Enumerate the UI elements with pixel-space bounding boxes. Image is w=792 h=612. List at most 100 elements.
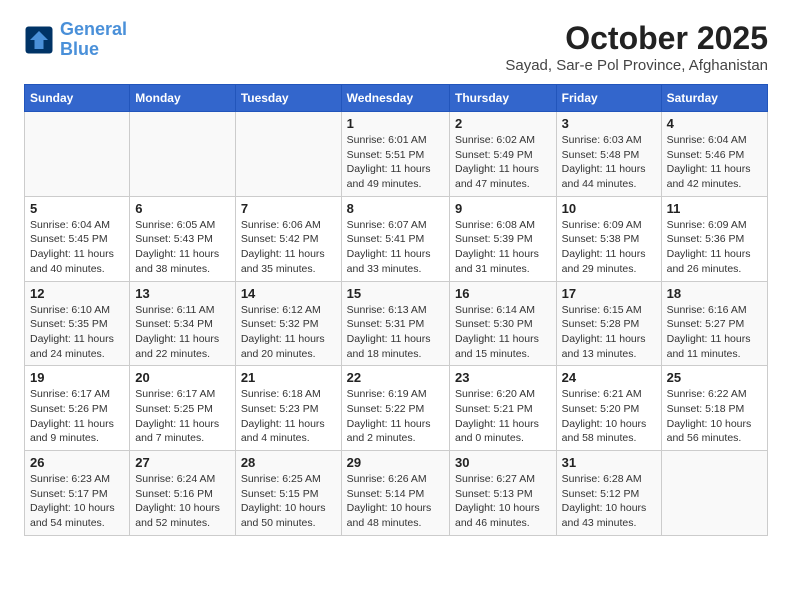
calendar-cell: 18Sunrise: 6:16 AM Sunset: 5:27 PM Dayli… [661,281,767,366]
calendar-cell: 3 Sunrise: 6:03 AM Sunset: 5:48 PM Daylig… [556,112,661,197]
calendar-cell: 22 Sunrise: 6:19 AM Sunset: 5:22 PM Dayli… [341,366,449,451]
location-subtitle: Sayad, Sar-e Pol Province, Afghanistan [505,57,768,74]
calendar-cell: 26 Sunrise: 6:23 AM Sunset: 5:17 PM Dayli… [25,451,130,536]
calendar-cell [25,112,130,197]
day-number: 1 [347,116,444,131]
day-number: 31 [562,455,656,470]
day-info: Sunrise: 6:13 AM Sunset: 5:31 PM Dayligh… [347,303,444,362]
day-number: 14 [241,286,336,301]
calendar-cell: 6 Sunrise: 6:05 AM Sunset: 5:43 PM Daylig… [130,196,236,281]
day-number: 19 [30,370,124,385]
calendar-cell: 30 Sunrise: 6:27 AM Sunset: 5:13 PM Dayli… [449,451,556,536]
page-header: General Blue October 2025 Sayad, Sar-e P… [24,20,768,74]
calendar-cell: 10 Sunrise: 6:09 AM Sunset: 5:38 PM Dayli… [556,196,661,281]
day-info: Sunrise: 6:27 AM Sunset: 5:13 PM Dayligh… [455,472,551,531]
day-info: Sunrise: 6:25 AM Sunset: 5:15 PM Dayligh… [241,472,336,531]
calendar-cell: 2 Sunrise: 6:02 AM Sunset: 5:49 PM Daylig… [449,112,556,197]
day-number: 24 [562,370,656,385]
day-info: Sunrise: 6:02 AM Sunset: 5:49 PM Dayligh… [455,133,551,192]
day-info: Sunrise: 6:09 AM Sunset: 5:38 PM Dayligh… [562,218,656,277]
title-block: October 2025 Sayad, Sar-e Pol Province, … [505,20,768,74]
day-info: Sunrise: 6:10 AM Sunset: 5:35 PM Dayligh… [30,303,124,362]
day-info: Sunrise: 6:08 AM Sunset: 5:39 PM Dayligh… [455,218,551,277]
calendar-cell: 27 Sunrise: 6:24 AM Sunset: 5:16 PM Dayli… [130,451,236,536]
day-number: 3 [562,116,656,131]
column-header-thursday: Thursday [449,85,556,112]
logo-line1: General [60,19,127,39]
calendar-body: 1 Sunrise: 6:01 AM Sunset: 5:51 PM Daylig… [25,112,768,536]
day-number: 4 [667,116,762,131]
day-info: Sunrise: 6:16 AM Sunset: 5:27 PM Dayligh… [667,303,762,362]
day-info: Sunrise: 6:04 AM Sunset: 5:46 PM Dayligh… [667,133,762,192]
day-info: Sunrise: 6:14 AM Sunset: 5:30 PM Dayligh… [455,303,551,362]
day-number: 8 [347,201,444,216]
column-header-monday: Monday [130,85,236,112]
calendar-cell: 7Sunrise: 6:06 AM Sunset: 5:42 PM Daylig… [235,196,341,281]
calendar-week-4: 19 Sunrise: 6:17 AM Sunset: 5:26 PM Dayli… [25,366,768,451]
calendar-cell [661,451,767,536]
calendar-cell: 29Sunrise: 6:26 AM Sunset: 5:14 PM Dayli… [341,451,449,536]
day-info: Sunrise: 6:12 AM Sunset: 5:32 PM Dayligh… [241,303,336,362]
day-info: Sunrise: 6:22 AM Sunset: 5:18 PM Dayligh… [667,387,762,446]
calendar-cell: 19 Sunrise: 6:17 AM Sunset: 5:26 PM Dayli… [25,366,130,451]
day-info: Sunrise: 6:01 AM Sunset: 5:51 PM Dayligh… [347,133,444,192]
calendar-week-5: 26 Sunrise: 6:23 AM Sunset: 5:17 PM Dayli… [25,451,768,536]
calendar-cell: 5Sunrise: 6:04 AM Sunset: 5:45 PM Daylig… [25,196,130,281]
calendar-cell: 12Sunrise: 6:10 AM Sunset: 5:35 PM Dayli… [25,281,130,366]
day-number: 10 [562,201,656,216]
day-info: Sunrise: 6:09 AM Sunset: 5:36 PM Dayligh… [667,218,762,277]
day-number: 11 [667,201,762,216]
calendar-cell: 15Sunrise: 6:13 AM Sunset: 5:31 PM Dayli… [341,281,449,366]
day-number: 30 [455,455,551,470]
day-info: Sunrise: 6:24 AM Sunset: 5:16 PM Dayligh… [135,472,230,531]
day-info: Sunrise: 6:18 AM Sunset: 5:23 PM Dayligh… [241,387,336,446]
day-info: Sunrise: 6:23 AM Sunset: 5:17 PM Dayligh… [30,472,124,531]
calendar-cell: 9 Sunrise: 6:08 AM Sunset: 5:39 PM Daylig… [449,196,556,281]
day-number: 5 [30,201,124,216]
day-number: 26 [30,455,124,470]
calendar-cell: 28Sunrise: 6:25 AM Sunset: 5:15 PM Dayli… [235,451,341,536]
day-info: Sunrise: 6:11 AM Sunset: 5:34 PM Dayligh… [135,303,230,362]
day-number: 16 [455,286,551,301]
calendar-cell: 17Sunrise: 6:15 AM Sunset: 5:28 PM Dayli… [556,281,661,366]
day-number: 9 [455,201,551,216]
day-info: Sunrise: 6:19 AM Sunset: 5:22 PM Dayligh… [347,387,444,446]
logo: General Blue [24,20,127,60]
day-number: 25 [667,370,762,385]
calendar-cell: 8 Sunrise: 6:07 AM Sunset: 5:41 PM Daylig… [341,196,449,281]
day-info: Sunrise: 6:17 AM Sunset: 5:25 PM Dayligh… [135,387,230,446]
day-number: 6 [135,201,230,216]
day-info: Sunrise: 6:20 AM Sunset: 5:21 PM Dayligh… [455,387,551,446]
calendar-week-3: 12Sunrise: 6:10 AM Sunset: 5:35 PM Dayli… [25,281,768,366]
day-number: 22 [347,370,444,385]
calendar-cell: 21 Sunrise: 6:18 AM Sunset: 5:23 PM Dayli… [235,366,341,451]
day-info: Sunrise: 6:26 AM Sunset: 5:14 PM Dayligh… [347,472,444,531]
calendar-table: SundayMondayTuesdayWednesdayThursdayFrid… [24,84,768,536]
day-info: Sunrise: 6:17 AM Sunset: 5:26 PM Dayligh… [30,387,124,446]
day-number: 2 [455,116,551,131]
calendar-week-2: 5Sunrise: 6:04 AM Sunset: 5:45 PM Daylig… [25,196,768,281]
calendar-cell: 14 Sunrise: 6:12 AM Sunset: 5:32 PM Dayli… [235,281,341,366]
day-info: Sunrise: 6:03 AM Sunset: 5:48 PM Dayligh… [562,133,656,192]
header-row: SundayMondayTuesdayWednesdayThursdayFrid… [25,85,768,112]
logo-text: General Blue [60,20,127,60]
calendar-cell: 20 Sunrise: 6:17 AM Sunset: 5:25 PM Dayli… [130,366,236,451]
calendar-cell: 16 Sunrise: 6:14 AM Sunset: 5:30 PM Dayli… [449,281,556,366]
calendar-cell: 23 Sunrise: 6:20 AM Sunset: 5:21 PM Dayli… [449,366,556,451]
day-info: Sunrise: 6:06 AM Sunset: 5:42 PM Dayligh… [241,218,336,277]
day-number: 13 [135,286,230,301]
calendar-cell: 13 Sunrise: 6:11 AM Sunset: 5:34 PM Dayli… [130,281,236,366]
day-number: 21 [241,370,336,385]
day-number: 23 [455,370,551,385]
calendar-cell [130,112,236,197]
calendar-cell: 24 Sunrise: 6:21 AM Sunset: 5:20 PM Dayli… [556,366,661,451]
day-number: 20 [135,370,230,385]
day-number: 27 [135,455,230,470]
day-info: Sunrise: 6:28 AM Sunset: 5:12 PM Dayligh… [562,472,656,531]
calendar-cell: 4 Sunrise: 6:04 AM Sunset: 5:46 PM Daylig… [661,112,767,197]
day-info: Sunrise: 6:05 AM Sunset: 5:43 PM Dayligh… [135,218,230,277]
calendar-cell: 11 Sunrise: 6:09 AM Sunset: 5:36 PM Dayli… [661,196,767,281]
day-info: Sunrise: 6:07 AM Sunset: 5:41 PM Dayligh… [347,218,444,277]
day-info: Sunrise: 6:21 AM Sunset: 5:20 PM Dayligh… [562,387,656,446]
calendar-cell: 1 Sunrise: 6:01 AM Sunset: 5:51 PM Daylig… [341,112,449,197]
